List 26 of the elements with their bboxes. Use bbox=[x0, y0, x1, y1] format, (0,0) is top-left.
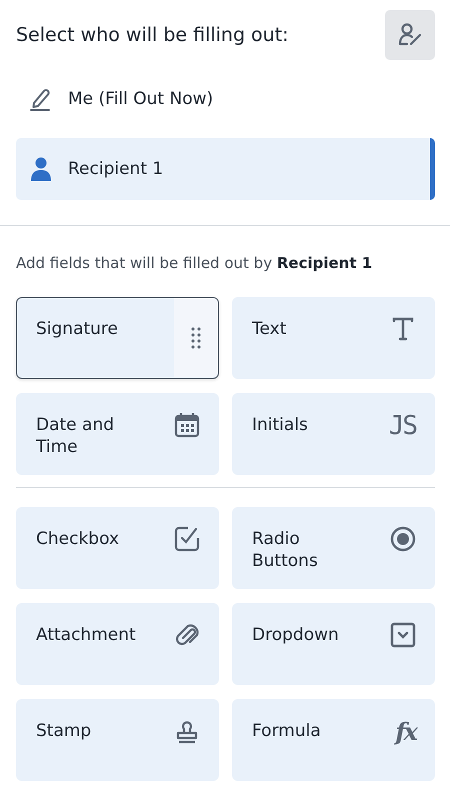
paperclip-icon bbox=[174, 622, 200, 648]
field-tile[interactable]: Formula fx bbox=[232, 699, 435, 781]
formula-icon: fx bbox=[395, 718, 416, 746]
signer-option[interactable]: Me (Fill Out Now) bbox=[16, 68, 435, 130]
field-tile[interactable]: Signature bbox=[16, 297, 219, 379]
radio-icon bbox=[390, 526, 416, 552]
field-tile[interactable]: Radio Buttons bbox=[232, 507, 435, 589]
signer-option[interactable]: Recipient 1 bbox=[16, 138, 435, 200]
dropdown-icon bbox=[390, 622, 416, 648]
calendar-icon bbox=[174, 412, 200, 438]
instruction-text: Add fields that will be filled out by Recipient 1 bbox=[16, 254, 374, 272]
person-icon bbox=[28, 156, 54, 182]
field-tile[interactable]: Text bbox=[232, 297, 435, 379]
assign-signer-button[interactable] bbox=[385, 10, 435, 60]
field-tile[interactable]: Checkbox bbox=[16, 507, 219, 589]
text-icon bbox=[390, 316, 416, 342]
initials-icon: JS bbox=[388, 412, 416, 440]
panel-heading: Select who will be filling out: bbox=[16, 24, 289, 46]
field-tile[interactable]: Attachment bbox=[16, 603, 219, 685]
checkbox-icon bbox=[174, 526, 200, 552]
field-tile[interactable]: Initials JS bbox=[232, 393, 435, 475]
field-tile[interactable]: Dropdown bbox=[232, 603, 435, 685]
field-tile[interactable]: Stamp bbox=[16, 699, 219, 781]
person-edit-icon bbox=[397, 22, 423, 48]
field-tile[interactable]: Date and Time bbox=[16, 393, 219, 475]
drag-handle-icon[interactable] bbox=[174, 298, 218, 377]
